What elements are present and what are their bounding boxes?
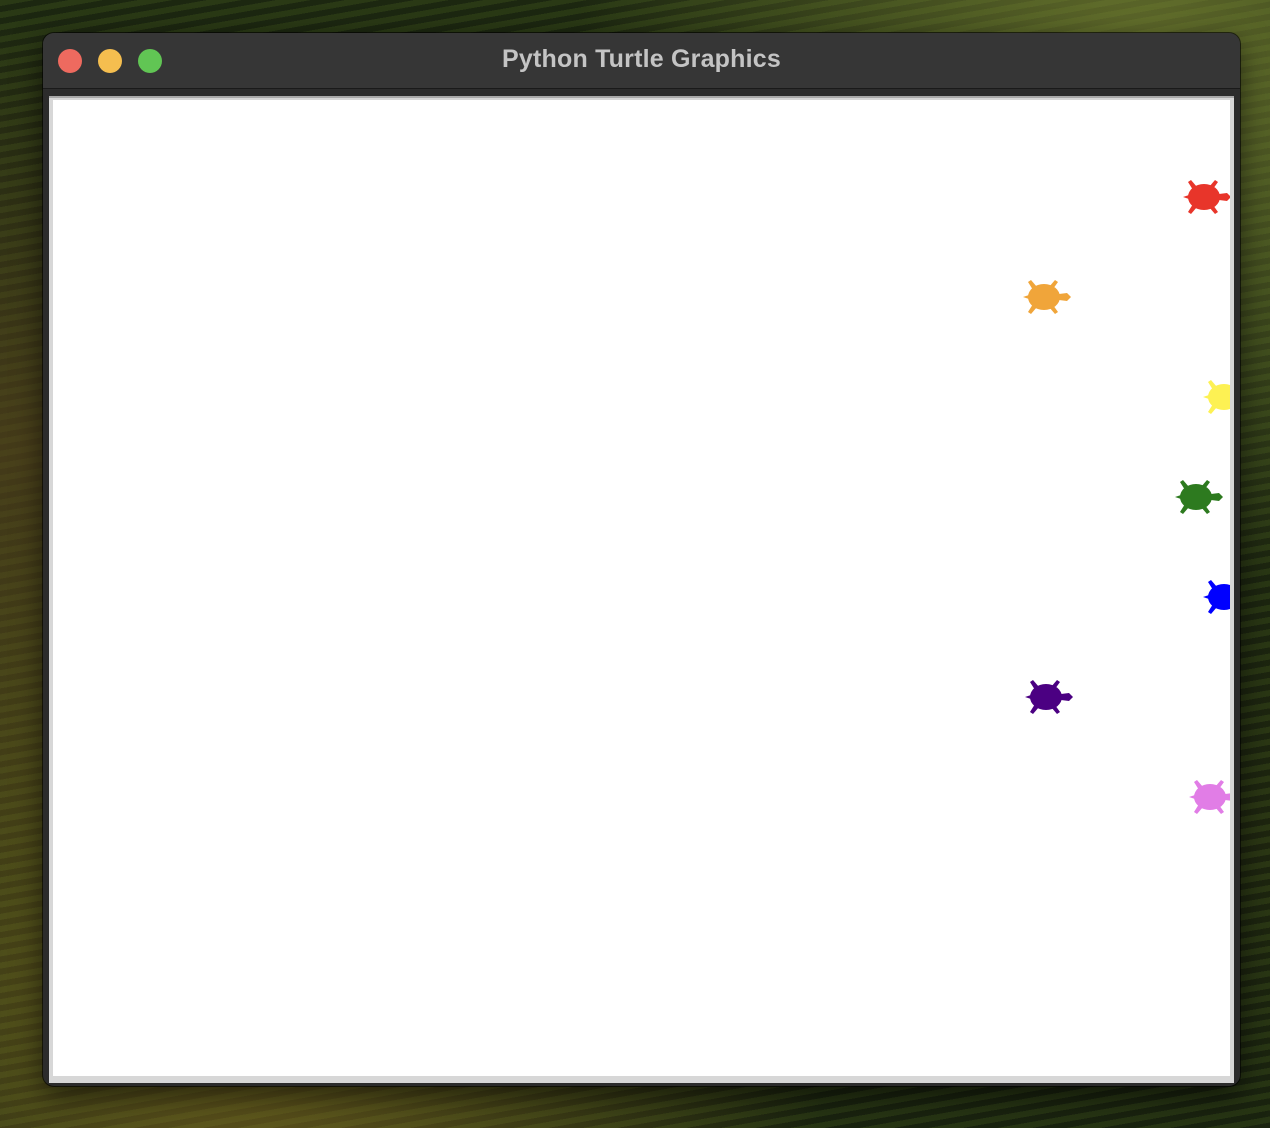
- turtle-green-icon: [1175, 480, 1223, 514]
- turtle-window: Python Turtle Graphics: [43, 33, 1240, 1086]
- turtle-orange-icon: [1023, 280, 1071, 314]
- turtle-violet-icon: [1189, 780, 1230, 814]
- canvas-frame: [49, 96, 1234, 1083]
- turtle-canvas[interactable]: [53, 100, 1230, 1076]
- turtle-indigo-icon: [1025, 680, 1073, 714]
- turtle-blue-icon: [1203, 580, 1230, 614]
- turtle-yellow-icon: [1203, 380, 1230, 414]
- turtle-red-icon: [1183, 180, 1230, 214]
- title-bar[interactable]: Python Turtle Graphics: [43, 33, 1240, 89]
- window-title: Python Turtle Graphics: [502, 45, 781, 73]
